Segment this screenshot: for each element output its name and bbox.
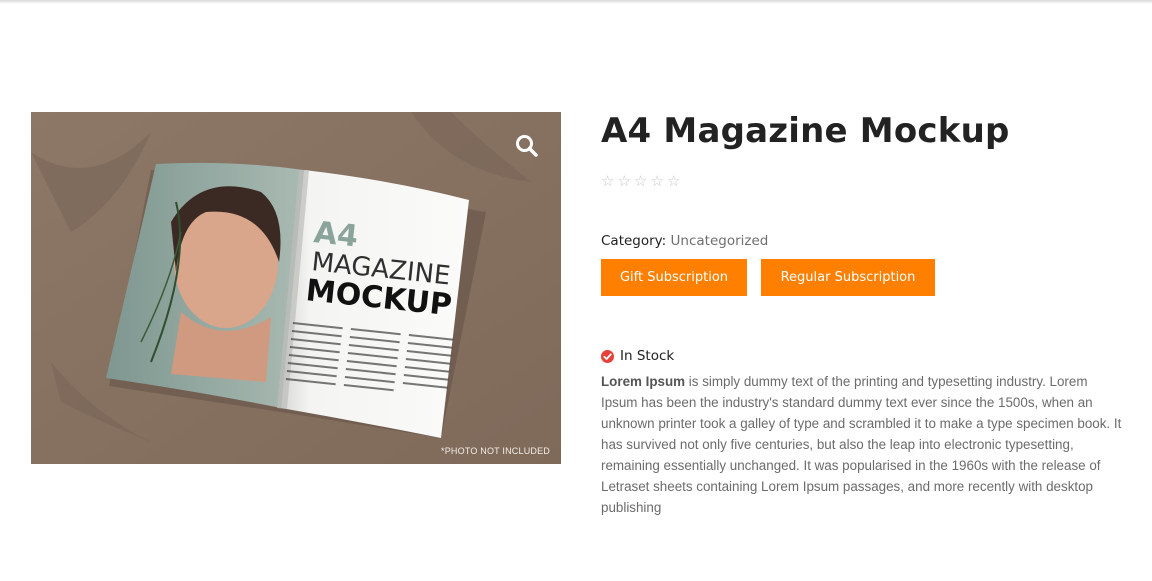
search-icon [516,135,538,157]
description-text: is simply dummy text of the printing and… [601,374,1122,515]
stock-status: In Stock [601,347,1126,365]
description-bold: Lorem Ipsum [601,374,686,389]
star-outline-icon: ☆ [666,172,681,190]
star-outline-icon: ☆ [601,172,615,190]
stock-label: In Stock [620,348,675,364]
star-rating[interactable]: ☆ ☆ ☆ ☆ ☆ [601,172,1126,190]
product-description: Lorem Ipsum is simply dummy text of the … [601,371,1126,518]
product-image[interactable]: A4 MAGAZINE MOCKUP *PHOTO NOT INCLUDED [31,112,561,464]
star-outline-icon: ☆ [617,172,631,190]
zoom-button[interactable] [513,132,541,160]
photo-note: *PHOTO NOT INCLUDED [441,446,550,456]
product-category: Category: Uncategorized [601,232,1126,250]
star-outline-icon: ☆ [650,172,664,190]
star-outline-icon: ☆ [633,172,648,190]
category-label: Category: [601,233,667,249]
product-summary: A4 Magazine Mockup ☆ ☆ ☆ ☆ ☆ Category: U… [601,108,1126,518]
check-circle-icon [601,349,614,363]
magazine-mockup-photo: A4 MAGAZINE MOCKUP [31,112,561,464]
product-title: A4 Magazine Mockup [601,111,1010,151]
gift-subscription-button[interactable]: Gift Subscription [601,259,747,296]
subscription-buttons: Gift Subscription Regular Subscription [601,259,1126,296]
regular-subscription-button[interactable]: Regular Subscription [761,259,935,296]
header-shadow [0,0,1152,4]
category-link[interactable]: Uncategorized [671,233,769,249]
